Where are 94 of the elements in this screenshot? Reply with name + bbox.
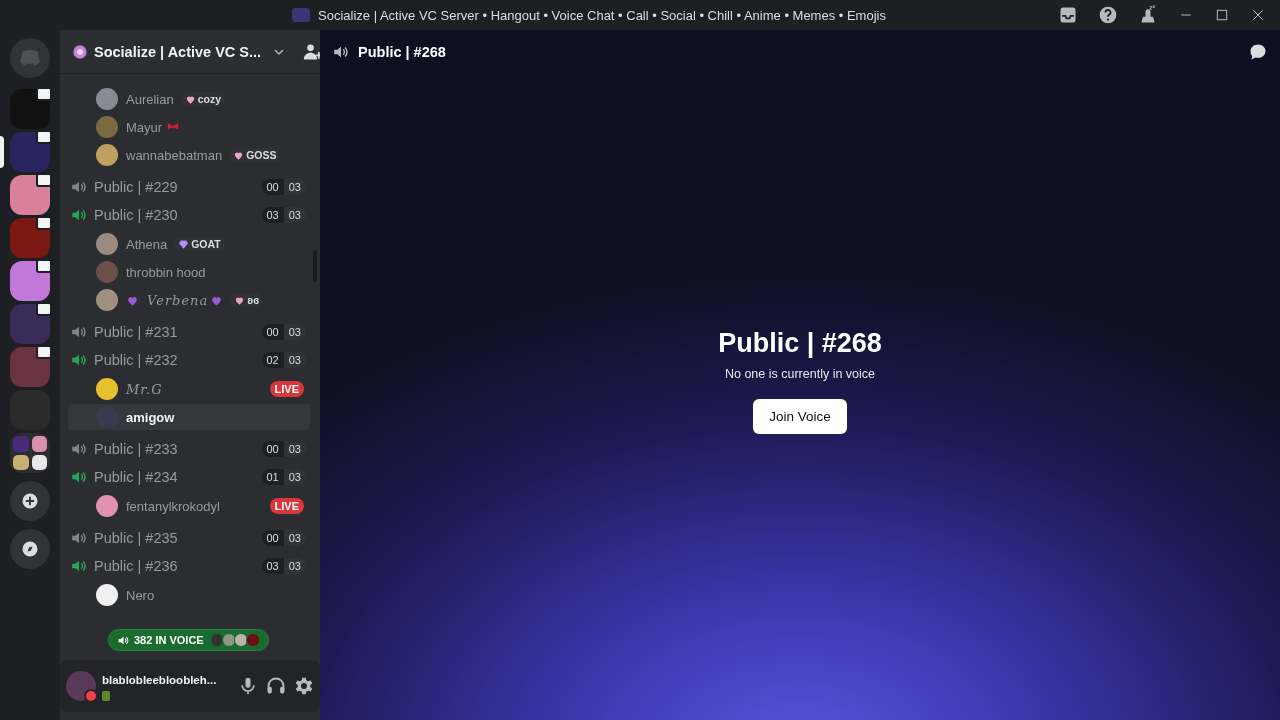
voice-channel[interactable]: Public | #232 02 03 bbox=[68, 346, 312, 374]
plus-icon[interactable] bbox=[20, 491, 40, 511]
in-voice-count: 382 IN VOICE bbox=[134, 634, 204, 646]
voice-member[interactable]: wannabebatman GOSS bbox=[68, 142, 310, 168]
channel-name: Public | #232 bbox=[94, 352, 179, 368]
window-title: Socialize | Active VC Server • Hangout • Voice Chat • Call • Social • Chill • Anime • Memes • Emojis bbox=[318, 7, 886, 23]
voice-member[interactable]: amigow bbox=[68, 404, 310, 430]
member-name: wannabebatman bbox=[126, 147, 223, 163]
close-icon[interactable] bbox=[1250, 7, 1266, 23]
channel-name: Public | #236 bbox=[94, 558, 179, 574]
chat-bubble-icon[interactable] bbox=[1248, 42, 1268, 62]
channel-name: Public | #229 bbox=[94, 179, 179, 195]
server-badge-icon bbox=[72, 43, 88, 60]
role-tag: GOSS bbox=[230, 148, 280, 162]
compass-icon[interactable] bbox=[20, 539, 40, 559]
server-avatar[interactable] bbox=[10, 175, 50, 215]
live-badge: LIVE bbox=[269, 381, 304, 397]
voice-member[interactable]: throbbin hood bbox=[68, 259, 310, 285]
voice-member[interactable]: fentanylkrokodyl LIVE bbox=[68, 493, 310, 519]
member-name: Athena bbox=[126, 236, 168, 252]
member-name: Mr.G bbox=[126, 381, 163, 397]
user-count: 03 03 bbox=[261, 558, 306, 574]
server-name[interactable]: Socialize | Active VC S... bbox=[94, 43, 262, 60]
channel-header-title: Public | #268 bbox=[358, 44, 447, 60]
user-count: 00 03 bbox=[261, 179, 306, 195]
sleeping-figure-icon[interactable] bbox=[1138, 5, 1158, 25]
server-avatar[interactable] bbox=[10, 218, 50, 258]
server-avatar[interactable] bbox=[10, 89, 50, 129]
user-avatar bbox=[96, 116, 118, 138]
channel-name: Public | #230 bbox=[94, 207, 179, 223]
server-logo bbox=[292, 8, 310, 22]
user-count: 00 03 bbox=[261, 530, 306, 546]
server-avatar[interactable] bbox=[10, 132, 50, 172]
role-tag: cozy bbox=[181, 92, 225, 106]
channel-name: Public | #233 bbox=[94, 441, 179, 457]
gem-icon bbox=[178, 238, 190, 250]
member-name: amigow bbox=[126, 409, 175, 425]
user-avatar[interactable] bbox=[66, 671, 96, 701]
member-name: Mayur bbox=[126, 119, 163, 135]
voice-channel[interactable]: Public | #230 03 03 bbox=[68, 201, 312, 229]
user-avatar bbox=[96, 88, 118, 110]
settings-icon[interactable] bbox=[294, 676, 314, 696]
user-avatar bbox=[96, 584, 118, 606]
inbox-icon[interactable] bbox=[1058, 5, 1078, 25]
user-count: 03 03 bbox=[261, 207, 306, 223]
add-server-button[interactable] bbox=[10, 481, 50, 521]
server-avatar[interactable] bbox=[10, 304, 50, 344]
voice-channel[interactable]: Public | #229 00 03 bbox=[68, 173, 312, 201]
member-name: Aurelian bbox=[126, 91, 174, 107]
user-count: 00 03 bbox=[261, 441, 306, 457]
user-avatar bbox=[96, 233, 118, 255]
voice-member[interactable]: Verbena ʚɞ bbox=[68, 287, 310, 313]
member-name: Nero bbox=[126, 587, 155, 603]
member-name: throbbin hood bbox=[126, 264, 206, 280]
username: blablobleebloobleh... bbox=[102, 672, 218, 688]
member-name: fentanylkrokodyl bbox=[126, 498, 220, 514]
user-avatar bbox=[96, 261, 118, 283]
user-count: 00 03 bbox=[261, 324, 306, 340]
user-avatar bbox=[96, 144, 118, 166]
channel-name: Public | #235 bbox=[94, 530, 179, 546]
role-tag: ʚɞ bbox=[231, 293, 263, 307]
discover-button[interactable] bbox=[10, 529, 50, 569]
user-avatar bbox=[96, 289, 118, 311]
user-count: 01 03 bbox=[261, 469, 306, 485]
microphone-icon[interactable] bbox=[238, 676, 258, 696]
voice-channel[interactable]: Public | #233 00 03 bbox=[68, 435, 312, 463]
headphones-icon[interactable] bbox=[266, 676, 286, 696]
voice-member[interactable]: Nero bbox=[68, 582, 310, 608]
avatar-stack bbox=[211, 633, 260, 647]
user-avatar bbox=[96, 495, 118, 517]
channel-name: Public | #234 bbox=[94, 469, 179, 485]
in-voice-pill[interactable]: 382 IN VOICE bbox=[108, 629, 269, 651]
voice-member[interactable]: Aurelian cozy bbox=[68, 86, 310, 112]
voice-member[interactable]: Mr.G LIVE bbox=[68, 376, 310, 402]
member-name: Verbena bbox=[147, 292, 209, 308]
user-avatar bbox=[96, 378, 118, 400]
join-voice-button[interactable]: Join Voice bbox=[753, 399, 847, 434]
live-badge: LIVE bbox=[269, 498, 304, 514]
voice-channel[interactable]: Public | #234 01 03 bbox=[68, 463, 312, 491]
server-avatar[interactable] bbox=[10, 261, 50, 301]
role-tag: GOAT bbox=[175, 237, 224, 251]
maximize-icon[interactable] bbox=[1214, 7, 1230, 23]
voice-member[interactable]: Athena GOAT bbox=[68, 231, 310, 257]
voice-channel[interactable]: Public | #235 00 03 bbox=[68, 524, 312, 552]
empty-voice-message: No one is currently in voice bbox=[724, 367, 876, 381]
voice-channel[interactable]: Public | #231 00 03 bbox=[68, 318, 312, 346]
user-count: 02 03 bbox=[261, 352, 306, 368]
voice-channel[interactable]: Public | #236 03 03 bbox=[68, 552, 312, 580]
server-avatar[interactable] bbox=[10, 347, 50, 387]
server-folder[interactable] bbox=[10, 433, 50, 473]
voice-member[interactable]: Mayur bbox=[68, 114, 310, 140]
help-icon[interactable] bbox=[1098, 5, 1118, 25]
channel-title: Public | #268 bbox=[718, 328, 882, 359]
channel-name: Public | #231 bbox=[94, 324, 179, 340]
